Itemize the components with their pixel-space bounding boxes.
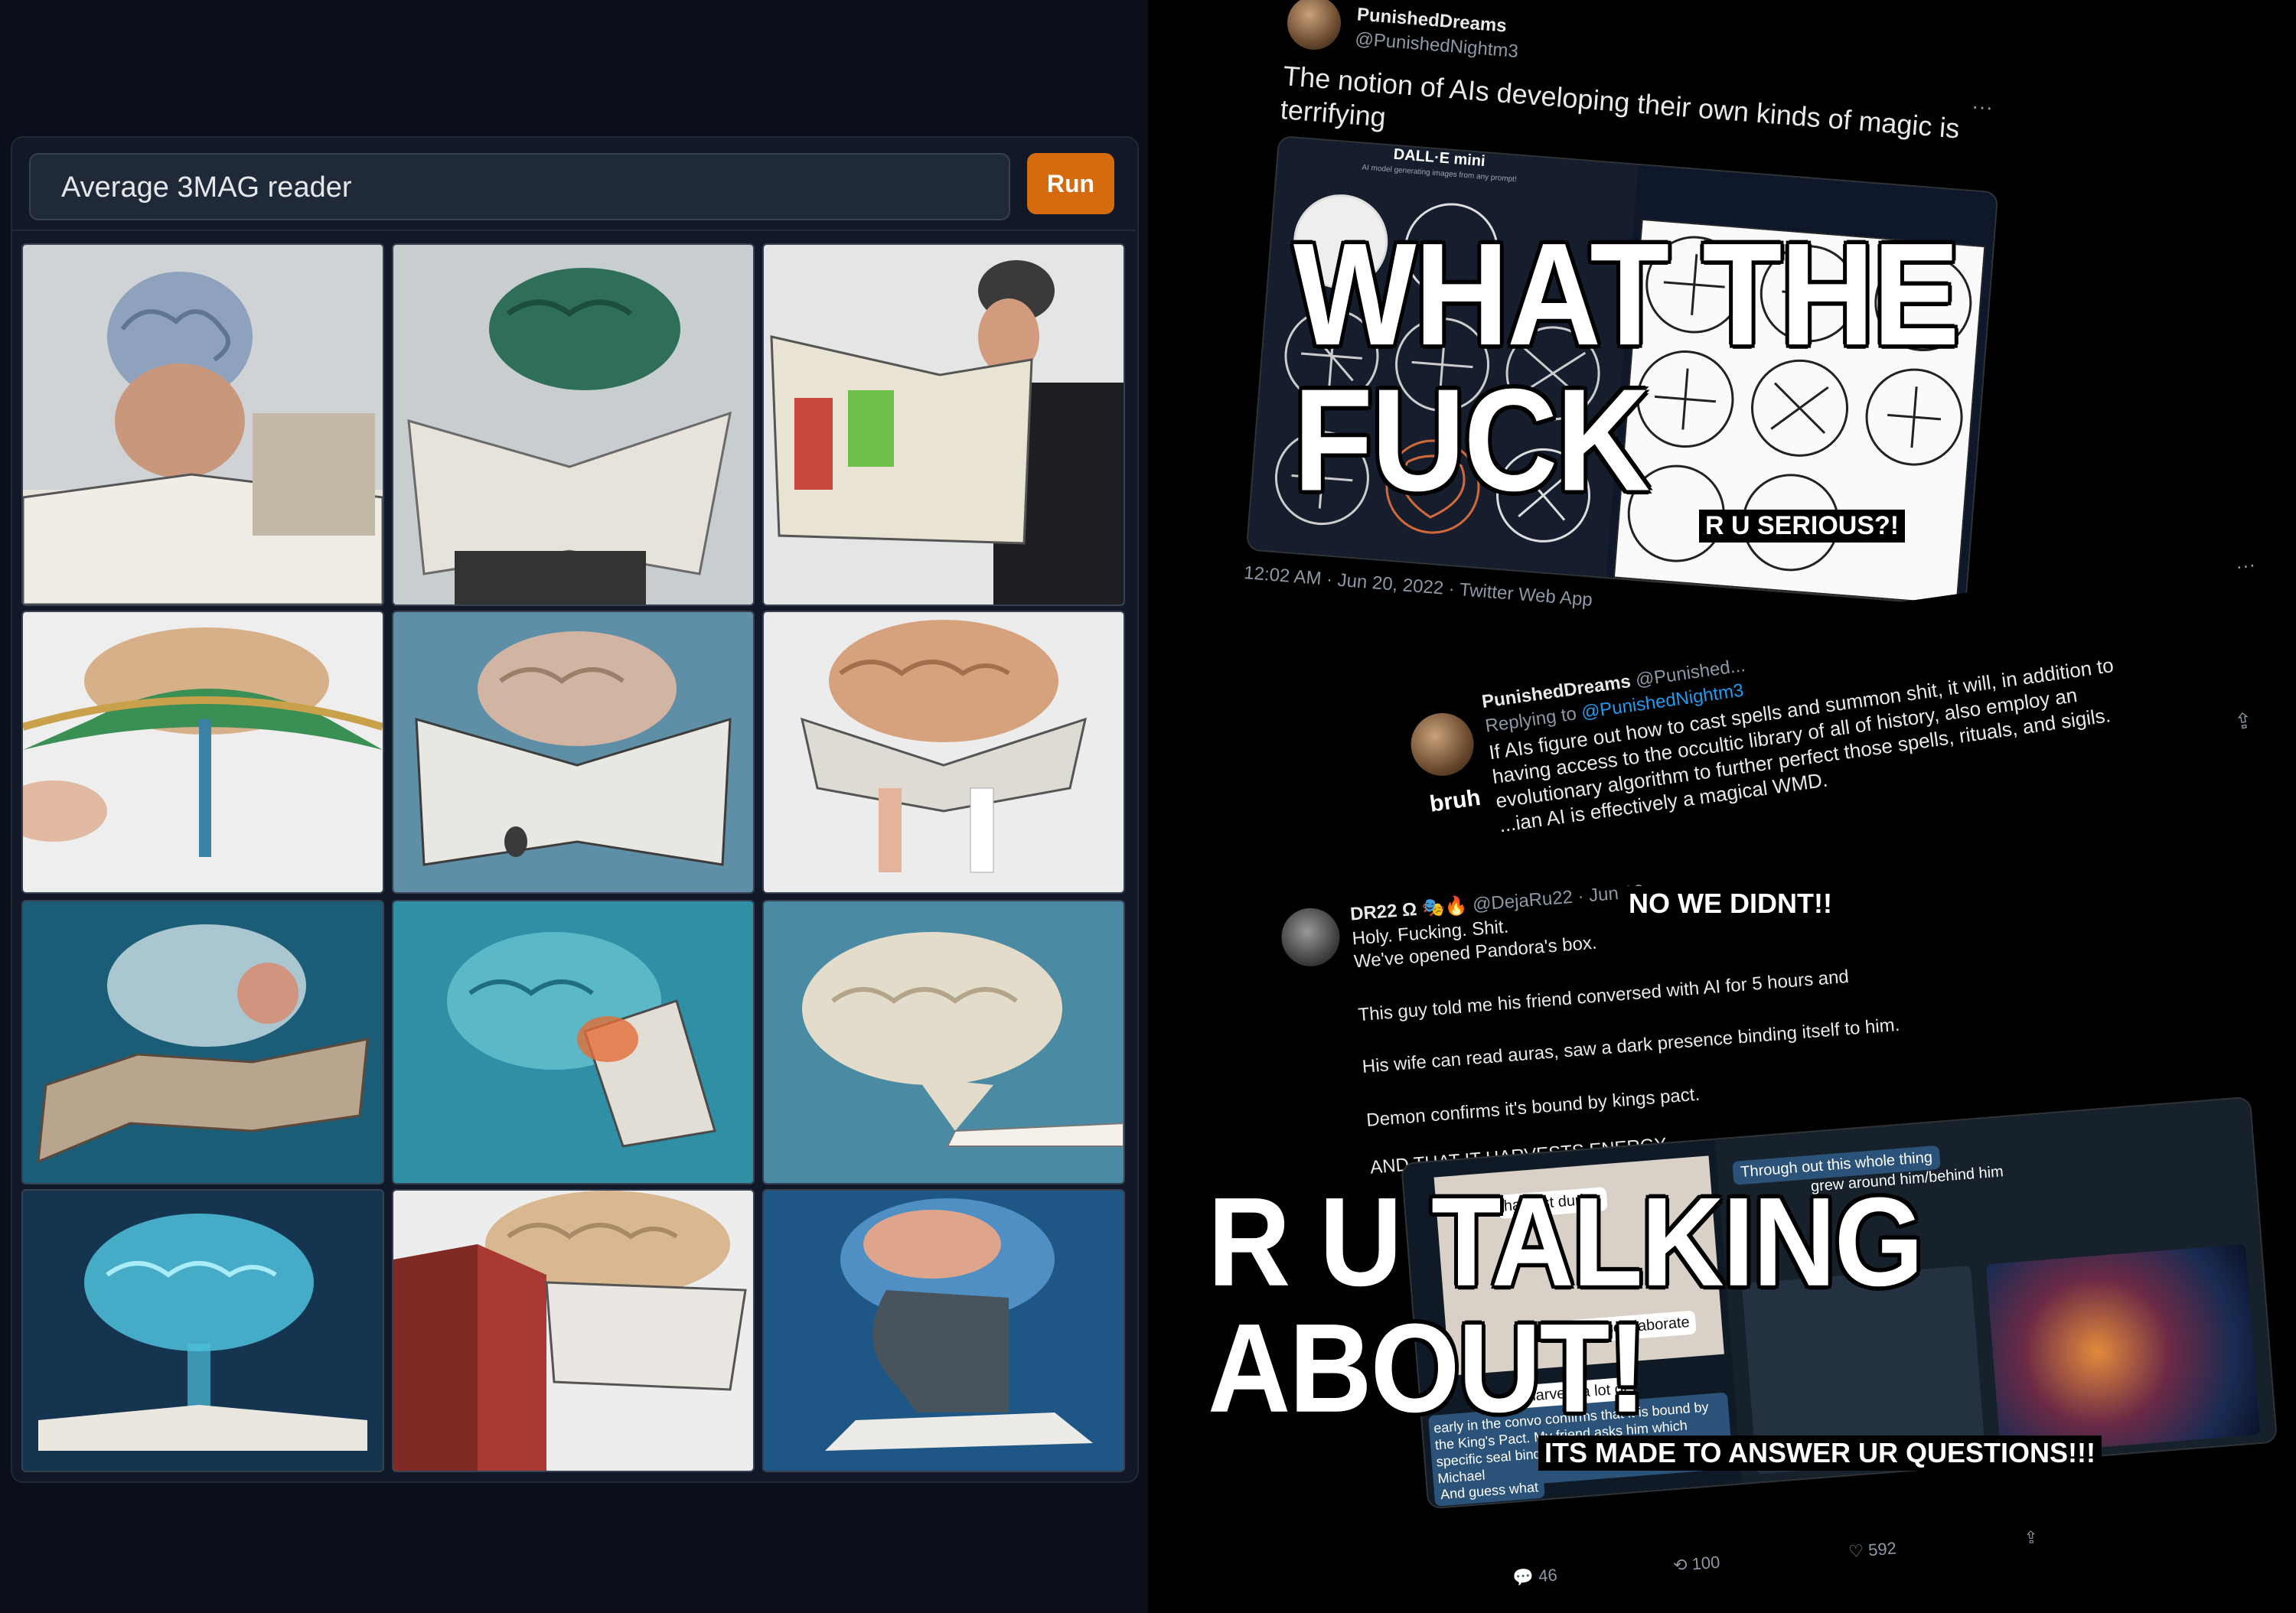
meme-panel: PunishedDreams @PunishedNightm3 ··· The …	[1148, 0, 2296, 1613]
dalle-mini-panel: Average 3MAG reader Run	[0, 0, 1148, 1613]
author-emojis: 🎭🔥	[1420, 894, 1469, 920]
result-image-art	[764, 1191, 1124, 1471]
result-image[interactable]	[762, 243, 1125, 606]
reply-count: 46	[1538, 1565, 1558, 1586]
meme-caption-talking: R U TALKING ABOUT!	[1208, 1171, 1923, 1439]
result-image-art	[764, 901, 1124, 1183]
reply-button[interactable]: 💬 46	[1512, 1565, 1558, 1588]
share-icon[interactable]: ⇪	[2232, 707, 2254, 735]
result-image[interactable]	[392, 900, 755, 1184]
prompt-input[interactable]: Average 3MAG reader	[29, 153, 1010, 220]
result-image-art	[393, 1191, 753, 1471]
result-image[interactable]	[762, 1189, 1125, 1472]
like-count: 592	[1867, 1538, 1897, 1560]
meme-caption-top: WHAT THE FUCK	[1293, 213, 1959, 522]
result-image[interactable]	[392, 611, 755, 894]
reply-text: If AIs figure out how to cast spells and…	[1487, 627, 2296, 837]
meme-caption-questions: ITS MADE TO ANSWER UR QUESTIONS!!!	[1538, 1435, 2102, 1471]
quoted-line: His wife can read auras, saw a dark pres…	[1361, 1014, 1901, 1078]
avatar	[1407, 709, 1478, 780]
result-image-art	[764, 245, 1124, 604]
result-image[interactable]	[762, 611, 1125, 894]
author-handle-date: @DejaRu22 · Jun 13	[1472, 881, 1645, 916]
meme-caption-serious: R U SERIOUS?!	[1699, 510, 1906, 543]
result-image[interactable]	[392, 243, 755, 606]
retweet-button[interactable]: ⟲ 100	[1672, 1553, 1720, 1576]
more-icon[interactable]: ···	[1971, 94, 1994, 120]
avatar	[1279, 905, 1342, 969]
tweet-actions: 💬 46 ⟲ 100 ♡ 592 ⇪	[1512, 1507, 2202, 1606]
share-icon[interactable]: ⇪	[2024, 1527, 2039, 1548]
result-image-art	[393, 245, 753, 604]
result-image[interactable]	[21, 1189, 384, 1472]
more-icon[interactable]: ···	[2234, 552, 2257, 578]
retweet-icon: ⟲	[1672, 1555, 1688, 1576]
like-button[interactable]: ♡ 592	[1848, 1539, 1896, 1562]
result-image-art	[393, 901, 753, 1183]
run-button[interactable]: Run	[1027, 153, 1114, 214]
meme-caption-bruh: bruh	[1428, 784, 1482, 817]
heart-icon: ♡	[1848, 1540, 1865, 1562]
result-image[interactable]	[21, 900, 384, 1184]
author-name: DR22 Ω	[1349, 898, 1418, 925]
result-image-art	[23, 612, 383, 892]
result-image[interactable]	[21, 243, 384, 606]
avatar	[1285, 0, 1343, 52]
quoted-line: Demon confirms it's bound by kings pact.	[1365, 1083, 1701, 1131]
reply-icon: 💬	[1512, 1566, 1535, 1588]
quoted-line: This guy told me his friend conversed wi…	[1357, 966, 1850, 1026]
result-image-art	[764, 612, 1124, 892]
divider	[11, 230, 1136, 231]
prompt-input-value: Average 3MAG reader	[61, 171, 352, 204]
result-image-art	[23, 1191, 383, 1471]
result-image-art	[23, 901, 383, 1183]
retweet-count: 100	[1691, 1552, 1721, 1574]
result-image-art	[23, 245, 383, 604]
result-image[interactable]	[392, 1189, 755, 1472]
result-image[interactable]	[762, 900, 1125, 1184]
meme-caption-didnt: NO WE DIDNT!!	[1623, 886, 1838, 921]
result-image[interactable]	[21, 611, 384, 894]
result-image-art	[393, 612, 753, 892]
